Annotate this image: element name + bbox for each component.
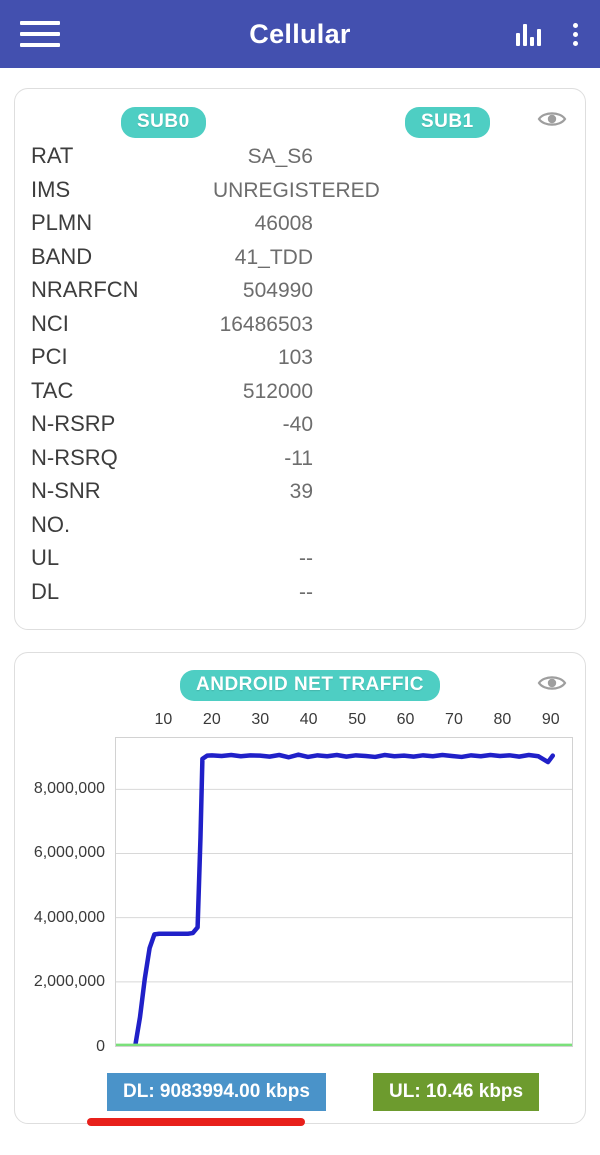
info-row-value: 39 — [289, 480, 313, 503]
info-row: IMS UNREGISTERED — [31, 177, 569, 211]
chart-card-header: ANDROID NET TRAFFIC — [15, 653, 585, 707]
x-tick-label: 80 — [493, 711, 512, 728]
info-row: N-SNR 39 — [31, 478, 569, 512]
series-line-download — [135, 755, 553, 1046]
info-row-value: SA_S6 — [247, 145, 313, 168]
y-tick-label: 2,000,000 — [33, 973, 105, 991]
info-row-key: NRARFCN — [31, 277, 139, 302]
app-bar: Cellular — [0, 0, 600, 68]
info-row: BAND 41_TDD — [31, 244, 569, 278]
info-row-value: -11 — [284, 446, 313, 470]
info-row-key: NO. — [31, 511, 71, 537]
info-row-value: -40 — [282, 413, 313, 436]
info-row-value: 512000 — [242, 379, 313, 403]
y-tick-label: 8,000,000 — [33, 779, 105, 797]
y-tick-label: 0 — [96, 1038, 105, 1055]
info-row: N-RSRP -40 — [31, 411, 569, 445]
upload-rate-badge: UL: 10.46 kbps — [373, 1073, 540, 1111]
info-row-value: 103 — [277, 346, 313, 369]
download-rate-badge: DL: 9083994.00 kbps — [107, 1073, 326, 1111]
more-vertical-icon[interactable] — [571, 21, 580, 48]
x-tick-label: 20 — [202, 711, 221, 728]
info-row-value: -- — [299, 580, 313, 604]
info-row: UL -- — [31, 545, 569, 579]
x-tick-label: 60 — [396, 711, 415, 728]
info-row-key: NCI — [31, 310, 69, 336]
info-row: NCI 16486503 — [31, 311, 569, 345]
eye-icon[interactable] — [537, 673, 567, 698]
info-row-key: UL — [31, 545, 60, 570]
info-row-key: TAC — [31, 377, 74, 403]
page-title: Cellular — [249, 18, 351, 49]
chart-plot-area — [115, 737, 573, 1047]
hamburger-line — [20, 32, 60, 36]
x-tick-label: 30 — [251, 711, 270, 728]
info-row-key: DL — [31, 578, 60, 604]
chart-y-axis: 0 2,000,000 4,000,000 6,000,000 8,000,000 — [15, 737, 111, 1055]
info-card-header: SUB0 SUB1 — [15, 89, 585, 143]
red-annotation-underline — [87, 1118, 305, 1126]
info-row-value: UNREGISTERED — [213, 178, 380, 202]
info-row: NRARFCN 504990 — [31, 277, 569, 311]
eye-icon[interactable] — [537, 109, 567, 134]
info-row-key: IMS — [31, 176, 71, 202]
x-tick-label: 40 — [299, 711, 318, 728]
bar-chart-icon[interactable] — [516, 22, 541, 46]
x-tick-label: 50 — [348, 711, 366, 728]
chart-plot-wrapper: 0 2,000,000 4,000,000 6,000,000 8,000,000 — [15, 737, 573, 1055]
chart-x-axis: 10 20 30 40 50 60 70 80 90 — [15, 707, 585, 733]
info-row-key: N-RSRQ — [31, 444, 118, 470]
info-row: N-RSRQ -11 — [31, 445, 569, 479]
info-row: NO. — [31, 512, 569, 546]
x-tick-label: 90 — [541, 711, 560, 728]
x-tick-label: 70 — [445, 711, 463, 728]
info-row-value: 504990 — [242, 279, 313, 302]
info-row: TAC 512000 — [31, 378, 569, 412]
y-tick-label: 4,000,000 — [33, 908, 105, 926]
info-row-key: RAT — [31, 143, 74, 168]
info-row: PCI 103 — [31, 344, 569, 378]
info-row: RAT SA_S6 — [31, 143, 569, 177]
x-tick-label: 10 — [154, 711, 173, 728]
cellular-info-list: RAT SA_S6 IMS UNREGISTERED PLMN 46008 BAND 41_T… — [15, 143, 585, 612]
tab-sub1[interactable]: SUB1 — [405, 107, 490, 138]
info-row-key: PCI — [31, 344, 68, 369]
hamburger-line — [20, 21, 60, 25]
y-tick-label: 6,000,000 — [33, 844, 105, 862]
info-row: PLMN 46008 — [31, 210, 569, 244]
hamburger-menu-icon[interactable] — [20, 19, 60, 49]
tab-sub0[interactable]: SUB0 — [121, 107, 206, 138]
net-traffic-card: ANDROID NET TRAFFIC 10 20 30 40 50 60 70 80 90 0… — [14, 652, 586, 1126]
info-row-key: N-SNR — [31, 478, 101, 503]
info-row-key: PLMN — [31, 210, 93, 235]
throughput-stats: DL: 9083994.00 kbps UL: 10.46 kbps — [15, 1073, 585, 1126]
cellular-app-screen: Cellular SUB0 SUB1 RAT SA_S6 IMS UNREGISTER… — [0, 0, 600, 1155]
hamburger-line — [20, 43, 60, 47]
chart-title-badge: ANDROID NET TRAFFIC — [180, 670, 440, 701]
info-row-key: BAND — [31, 243, 93, 269]
info-row-key: N-RSRP — [31, 411, 116, 436]
cellular-info-card: SUB0 SUB1 RAT SA_S6 IMS UNREGISTERED PLMN 460… — [14, 88, 586, 630]
info-row-value: 46008 — [254, 212, 313, 235]
app-bar-actions — [516, 21, 580, 48]
info-row-value: 16486503 — [219, 312, 313, 336]
info-row-value: 41_TDD — [234, 245, 313, 269]
info-row-value: -- — [299, 547, 313, 570]
info-row: DL -- — [31, 579, 569, 613]
